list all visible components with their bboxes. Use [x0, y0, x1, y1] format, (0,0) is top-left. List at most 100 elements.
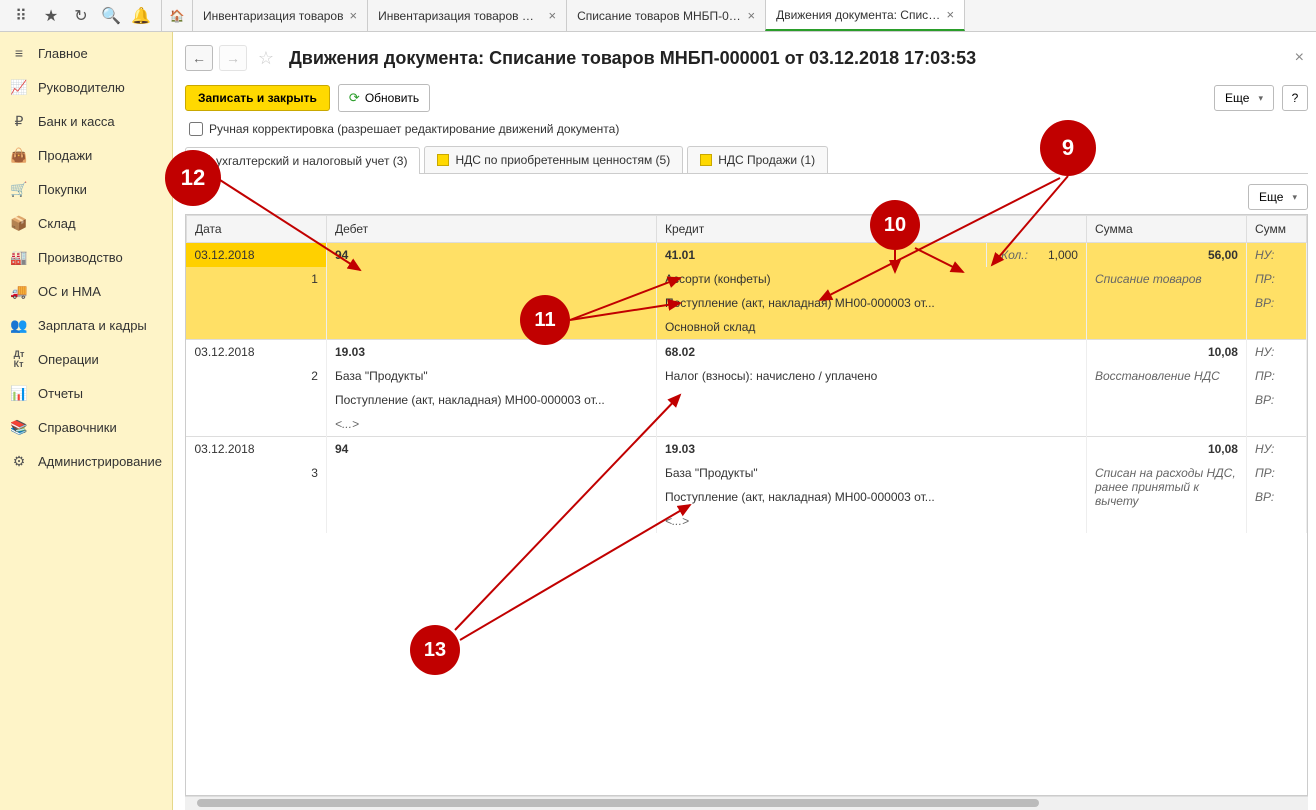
box-icon: 📦	[10, 215, 28, 232]
close-panel-icon[interactable]: ×	[1291, 49, 1308, 67]
bell-icon[interactable]: 🔔	[129, 4, 153, 28]
sidebar-label: Зарплата и кадры	[38, 318, 147, 333]
sidebar-item-assets[interactable]: 🚚 ОС и НМА	[0, 274, 172, 308]
save-and-close-button[interactable]: Записать и закрыть	[185, 85, 330, 111]
sidebar-label: Отчеты	[38, 386, 83, 401]
table-row[interactable]: Поступление (акт, накладная) МН00-000003…	[186, 291, 1306, 315]
th-date[interactable]: Дата	[186, 216, 326, 243]
subtab-vat-sales[interactable]: НДС Продажи (1)	[687, 146, 828, 173]
table-row[interactable]: 03.12.2018 19.03 68.02 10,08 НУ:	[186, 340, 1306, 365]
sidebar-label: Операции	[38, 352, 99, 367]
annotation-badge-13: 13	[410, 625, 460, 675]
th-debit[interactable]: Дебет	[326, 216, 656, 243]
cart-icon: 🛒	[10, 181, 28, 198]
manual-correction-label: Ручная корректировка (разрешает редактир…	[209, 122, 619, 136]
register-icon	[700, 154, 712, 166]
sidebar-label: Продажи	[38, 148, 92, 163]
annotation-badge-12: 12	[165, 150, 221, 206]
table-more-button[interactable]: Еще	[1248, 184, 1308, 210]
search-icon[interactable]: 🔍	[99, 4, 123, 28]
sidebar-item-purchases[interactable]: 🛒Покупки	[0, 172, 172, 206]
refresh-button[interactable]: ⟳Обновить	[338, 84, 430, 112]
horizontal-scrollbar[interactable]	[185, 796, 1308, 810]
tab-inventory-goods[interactable]: Инвентаризация товаров ×	[192, 0, 368, 31]
annotation-badge-9: 9	[1040, 120, 1096, 176]
subtab-accounting[interactable]: ухгалтерский и налоговый учет (3)	[185, 147, 420, 174]
annotation-badge-11: 11	[520, 295, 570, 345]
table-row[interactable]: Основной склад	[186, 315, 1306, 340]
entries-table: Дата Дебет Кредит Сумма Сумм 03.12.2018 …	[186, 215, 1307, 533]
more-button[interactable]: Еще	[1214, 85, 1274, 111]
title-row: ← → ☆ Движения документа: Списание товар…	[185, 38, 1308, 78]
star-icon[interactable]: ★	[39, 4, 63, 28]
books-icon: 📚	[10, 419, 28, 436]
chart-icon: 📈	[10, 79, 28, 96]
sidebar-label: Администрирование	[38, 454, 162, 469]
table-row[interactable]: <...>	[186, 412, 1306, 437]
close-icon[interactable]: ×	[548, 8, 556, 23]
sidebar-label: Склад	[38, 216, 76, 231]
bag-icon: 👜	[10, 147, 28, 164]
apps-icon[interactable]: ⠿	[9, 4, 33, 28]
command-bar: Записать и закрыть ⟳Обновить Еще ?	[185, 84, 1308, 112]
close-icon[interactable]: ×	[946, 7, 954, 22]
menu-icon: ≡	[10, 45, 28, 61]
sidebar-label: ОС и НМА	[38, 284, 101, 299]
scrollbar-thumb[interactable]	[197, 799, 1039, 807]
table-header-row: Дата Дебет Кредит Сумма Сумм	[186, 216, 1306, 243]
annotation-badge-10: 10	[870, 200, 920, 250]
history-icon[interactable]: ↻	[69, 4, 93, 28]
manual-correction-row: Ручная корректировка (разрешает редактир…	[185, 122, 1308, 136]
close-icon[interactable]: ×	[747, 8, 755, 23]
back-button[interactable]: ←	[185, 45, 213, 71]
sidebar-label: Главное	[38, 46, 88, 61]
sidebar-item-operations[interactable]: ДтКт Операции	[0, 342, 172, 376]
entries-table-wrapper: Дата Дебет Кредит Сумма Сумм 03.12.2018 …	[185, 214, 1308, 796]
th-sum2[interactable]: Сумм	[1246, 216, 1306, 243]
sidebar-label: Справочники	[38, 420, 117, 435]
table-row[interactable]: 3 База "Продукты" Списан на расходы НДС,…	[186, 461, 1306, 485]
tab-label: Списание товаров МНБП-000001 от 03.1...	[577, 9, 741, 23]
forward-button[interactable]: →	[219, 45, 247, 71]
sidebar-item-salary[interactable]: 👥 Зарплата и кадры	[0, 308, 172, 342]
sidebar-label: Руководителю	[38, 80, 125, 95]
tab-writeoff-000001[interactable]: Списание товаров МНБП-000001 от 03.1... …	[566, 0, 766, 31]
table-row[interactable]: Поступление (акт, накладная) МН00-000003…	[186, 388, 1306, 412]
table-row[interactable]: 03.12.2018 94 19.03 10,08 НУ:	[186, 437, 1306, 462]
sidebar-item-warehouse[interactable]: 📦 Склад	[0, 206, 172, 240]
page-title: Движения документа: Списание товаров МНБ…	[289, 48, 976, 69]
tab-label: Инвентаризация товаров	[203, 9, 343, 23]
sidebar-item-manager[interactable]: 📈 Руководителю	[0, 70, 172, 104]
sidebar-item-sales[interactable]: 👜 Продажи	[0, 138, 172, 172]
sidebar-item-reports[interactable]: 📊 Отчеты	[0, 376, 172, 410]
people-icon: 👥	[10, 317, 28, 334]
subtab-vat-purchased[interactable]: НДС по приобретенным ценностям (5)	[424, 146, 683, 173]
main-content: ← → ☆ Движения документа: Списание товар…	[173, 32, 1316, 810]
sidebar-item-main[interactable]: ≡ Главное	[0, 36, 172, 70]
table-row[interactable]: 1 Ассорти (конфеты) Списание товаров ПР:	[186, 267, 1306, 291]
factory-icon: 🏭	[10, 249, 28, 266]
favorite-star-icon[interactable]: ☆	[253, 45, 279, 71]
truck-icon: 🚚	[10, 283, 28, 300]
tab-inventory-000002[interactable]: Инвентаризация товаров МНБП-000002 о... …	[367, 0, 567, 31]
toolbar-icon-group: ⠿ ★ ↻ 🔍 🔔	[0, 0, 162, 31]
sidebar-item-bank[interactable]: ₽Банк и касса	[0, 104, 172, 138]
tab-home[interactable]: 🏠	[161, 0, 193, 31]
table-body: 03.12.2018 94 41.01 Кол.: 1,000 56,00 НУ…	[186, 243, 1306, 534]
help-button[interactable]: ?	[1282, 85, 1308, 111]
tab-label: Движения документа: Списание товаров...	[776, 8, 940, 22]
manual-correction-checkbox[interactable]	[189, 122, 203, 136]
table-row[interactable]: 03.12.2018 94 41.01 Кол.: 1,000 56,00 НУ…	[186, 243, 1306, 268]
th-sum[interactable]: Сумма	[1086, 216, 1246, 243]
sidebar-item-production[interactable]: 🏭 Производство	[0, 240, 172, 274]
tab-movements-active[interactable]: Движения документа: Списание товаров... …	[765, 0, 965, 31]
close-icon[interactable]: ×	[349, 8, 357, 23]
sidebar-item-catalogs[interactable]: 📚 Справочники	[0, 410, 172, 444]
sidebar-label: Производство	[38, 250, 123, 265]
sidebar-item-admin[interactable]: ⚙Администрирование	[0, 444, 172, 478]
dtkt-icon: ДтКт	[10, 349, 28, 369]
register-icon	[437, 154, 449, 166]
sidebar: ≡ Главное 📈 Руководителю ₽Банк и касса 👜 Пр…	[0, 32, 173, 810]
table-row[interactable]: 2 База "Продукты" Налог (взносы): начисл…	[186, 364, 1306, 388]
bars-icon: 📊	[10, 385, 28, 402]
